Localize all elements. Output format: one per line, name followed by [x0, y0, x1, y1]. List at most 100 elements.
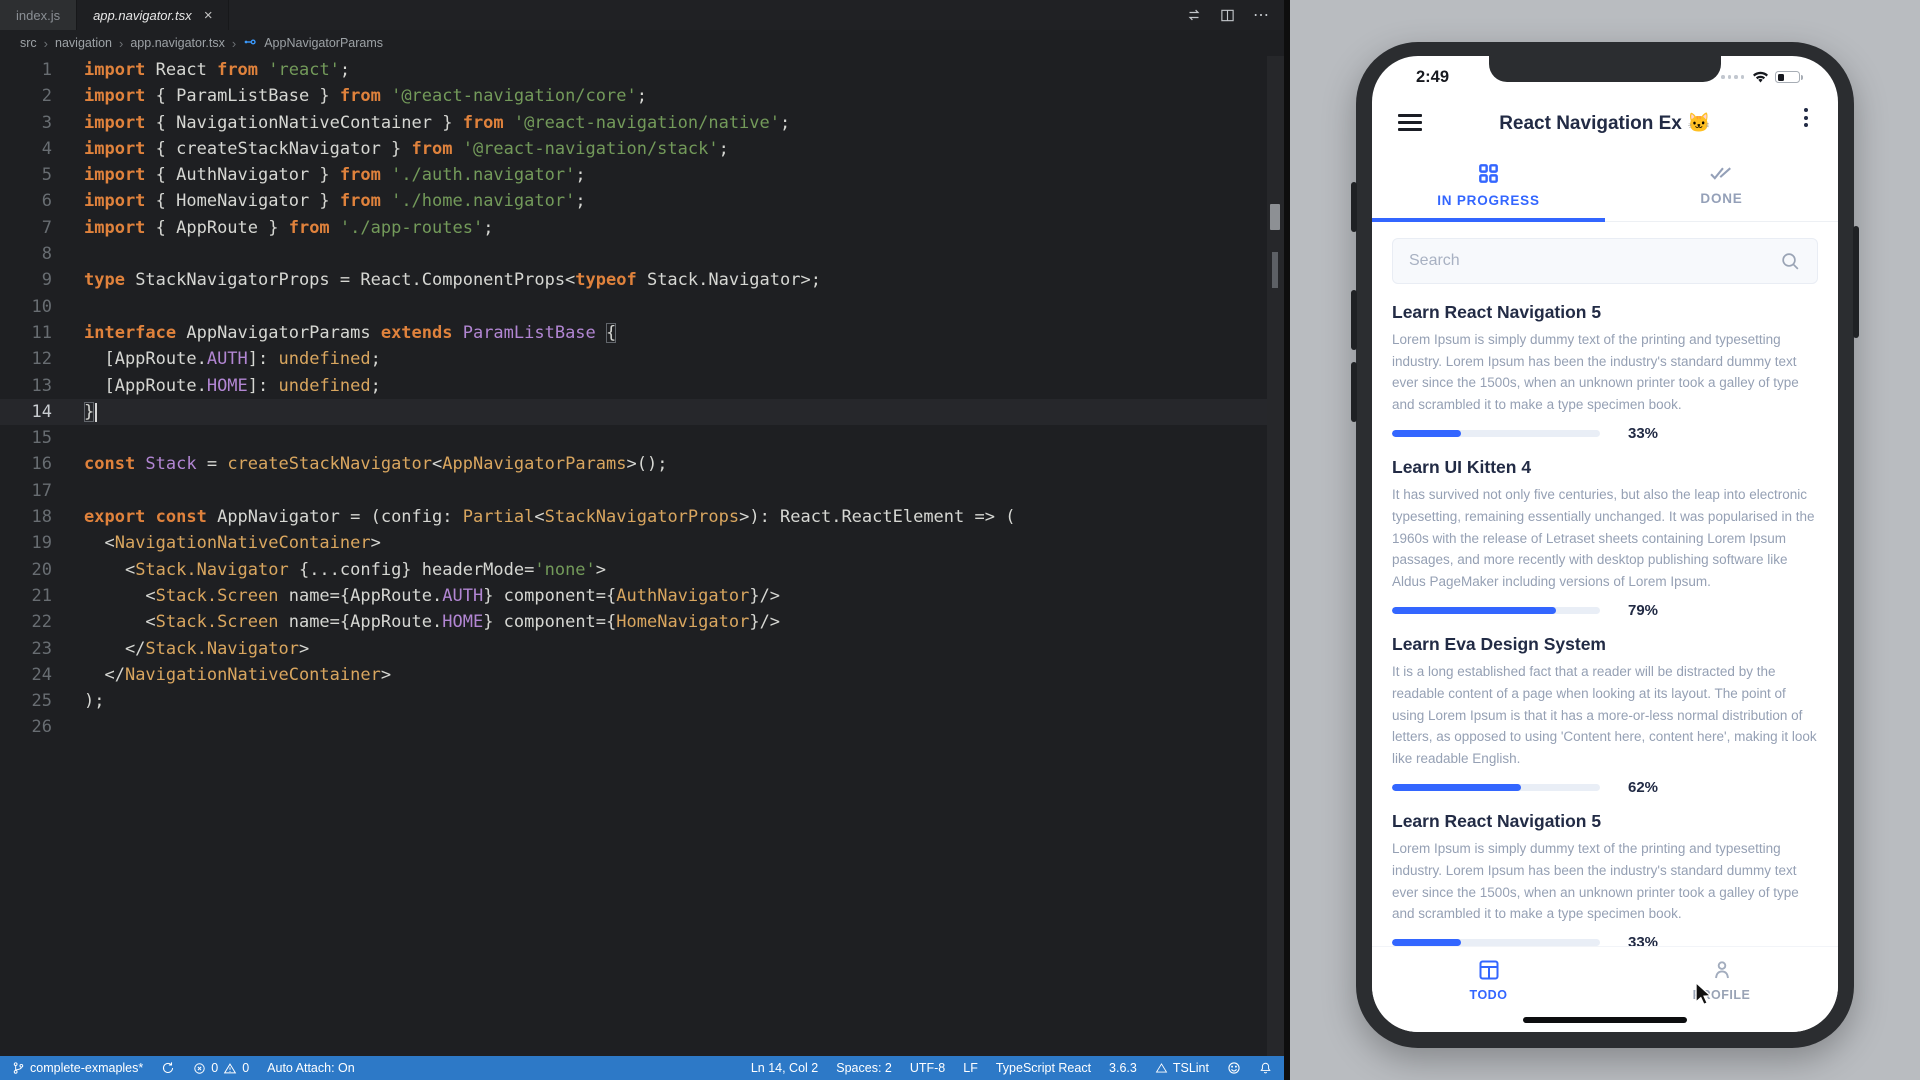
code-line[interactable]: 8	[0, 241, 1284, 267]
code-token: ;	[340, 60, 350, 80]
scrollbar-handle[interactable]	[1270, 204, 1280, 230]
code-line[interactable]: 17	[0, 478, 1284, 504]
auto-attach-item[interactable]: Auto Attach: On	[267, 1061, 355, 1075]
code-line[interactable]: 18export const AppNavigator = (config: P…	[0, 504, 1284, 530]
code-line[interactable]: 14}	[0, 399, 1284, 425]
code-line[interactable]: 13 [AppRoute.HOME]: undefined;	[0, 373, 1284, 399]
line-number: 24	[0, 662, 52, 688]
tab-app-navigator-tsx[interactable]: app.navigator.tsx ×	[77, 0, 229, 30]
code-token	[596, 323, 606, 343]
code-line[interactable]: 10	[0, 294, 1284, 320]
code-token: Stack.Navigator>;	[637, 270, 821, 290]
code-token: from	[412, 139, 453, 159]
breadcrumb-item[interactable]: app.navigator.tsx	[130, 36, 225, 50]
code-line[interactable]: 6import { HomeNavigator } from './home.n…	[0, 188, 1284, 214]
search-placeholder: Search	[1409, 252, 1780, 270]
line-number: 6	[0, 188, 52, 214]
app-title: React Navigation Ex 🐱	[1499, 111, 1711, 135]
encoding-item[interactable]: UTF-8	[910, 1061, 945, 1075]
code-token: AuthNavigator	[616, 586, 749, 606]
cursor-position-item[interactable]: Ln 14, Col 2	[751, 1061, 818, 1075]
language-mode-item[interactable]: TypeScript React	[996, 1061, 1091, 1075]
indentation-item[interactable]: Spaces: 2	[836, 1061, 892, 1075]
code-line[interactable]: 25);	[0, 688, 1284, 714]
tab-in-progress[interactable]: IN PROGRESS	[1372, 150, 1605, 221]
breadcrumb-item[interactable]: src	[20, 36, 37, 50]
code-line[interactable]: 11interface AppNavigatorParams extends P…	[0, 320, 1284, 346]
todo-description: Lorem Ipsum is simply dummy text of the …	[1392, 838, 1818, 924]
code-token: from	[340, 165, 381, 185]
breadcrumb-item[interactable]: navigation	[55, 36, 112, 50]
eol-item[interactable]: LF	[963, 1061, 978, 1075]
problems-item[interactable]: 0 0	[193, 1061, 249, 1075]
code-token: './home.navigator'	[381, 191, 575, 211]
code-line[interactable]: 15	[0, 425, 1284, 451]
code-token: interface	[84, 323, 176, 343]
code-line[interactable]: 12 [AppRoute.AUTH]: undefined;	[0, 346, 1284, 372]
ts-version-item[interactable]: 3.6.3	[1109, 1061, 1137, 1075]
code-line[interactable]: 26	[0, 714, 1284, 740]
code-line[interactable]: 20 <Stack.Navigator {...config} headerMo…	[0, 557, 1284, 583]
code-line[interactable]: 4import { createStackNavigator } from '@…	[0, 136, 1284, 162]
branch-icon	[12, 1061, 25, 1075]
code-line[interactable]: 2import { ParamListBase } from '@react-n…	[0, 83, 1284, 109]
git-branch-item[interactable]: complete-exmaples*	[12, 1061, 143, 1075]
code-token: StackNavigatorProps = React.ComponentPro…	[125, 270, 575, 290]
editor-scrollbar[interactable]	[1267, 56, 1284, 1056]
notifications-item[interactable]	[1259, 1061, 1272, 1075]
line-number: 21	[0, 583, 52, 609]
code-line[interactable]: 21 <Stack.Screen name={AppRoute.AUTH} co…	[0, 583, 1284, 609]
code-token: NavigationNativeContainer	[125, 665, 381, 685]
code-token: AUTH	[207, 349, 248, 369]
line-number: 8	[0, 241, 52, 267]
tslint-item[interactable]: TSLint	[1155, 1061, 1209, 1075]
progress-row: 62%	[1392, 778, 1818, 796]
code-area[interactable]: 1import React from 'react';2import { Par…	[0, 56, 1284, 741]
nav-label: PROFILE	[1693, 988, 1751, 1002]
open-changes-icon[interactable]	[1186, 7, 1202, 23]
code-line[interactable]: 22 <Stack.Screen name={AppRoute.HOME} co…	[0, 609, 1284, 635]
tab-done[interactable]: DONE	[1605, 150, 1838, 221]
code-line[interactable]: 3import { NavigationNativeContainer } fr…	[0, 110, 1284, 136]
todo-item[interactable]: Learn React Navigation 5 Lorem Ipsum is …	[1372, 799, 1838, 946]
code-token: >): React.ReactElement => (	[739, 507, 1015, 527]
code-token: const	[84, 454, 135, 474]
code-token: </	[84, 665, 125, 685]
line-number: 26	[0, 714, 52, 740]
tab-index-js[interactable]: index.js	[0, 0, 77, 30]
sync-item[interactable]	[161, 1061, 175, 1075]
code-token: <	[84, 560, 135, 580]
code-token: 'react'	[258, 60, 340, 80]
todo-item[interactable]: Learn UI Kitten 4 It has survived not on…	[1372, 445, 1838, 622]
split-editor-icon[interactable]	[1220, 8, 1235, 23]
hamburger-menu-icon[interactable]	[1398, 114, 1422, 131]
search-input[interactable]: Search	[1392, 238, 1818, 284]
feedback-item[interactable]	[1227, 1061, 1241, 1075]
code-token: import	[84, 139, 145, 159]
code-line[interactable]: 1import React from 'react';	[0, 57, 1284, 83]
code-token: '@react-navigation/stack'	[452, 139, 718, 159]
progress-label: 33%	[1628, 934, 1658, 946]
code-token: const	[145, 507, 206, 527]
overflow-menu-icon[interactable]	[1804, 108, 1808, 127]
code-token: Stack.Navigator	[145, 639, 299, 659]
code-token: AppNavigatorParams	[176, 323, 381, 343]
code-token: import	[84, 60, 145, 80]
todo-title: Learn Eva Design System	[1392, 634, 1818, 655]
code-line[interactable]: 5import { AuthNavigator } from './auth.n…	[0, 162, 1284, 188]
code-line[interactable]: 24 </NavigationNativeContainer>	[0, 662, 1284, 688]
todo-item[interactable]: Learn Eva Design System It is a long est…	[1372, 622, 1838, 799]
code-line[interactable]: 23 </Stack.Navigator>	[0, 636, 1284, 662]
code-line[interactable]: 9type StackNavigatorProps = React.Compon…	[0, 267, 1284, 293]
code-line[interactable]: 16const Stack = createStackNavigator<App…	[0, 451, 1284, 477]
todo-item[interactable]: Learn React Navigation 5 Lorem Ipsum is …	[1372, 290, 1838, 445]
home-indicator[interactable]	[1523, 1017, 1687, 1023]
line-number: 23	[0, 636, 52, 662]
breadcrumb-symbol[interactable]: AppNavigatorParams	[264, 36, 383, 50]
code-token: import	[84, 218, 145, 238]
code-line[interactable]: 7import { AppRoute } from './app-routes'…	[0, 215, 1284, 241]
code-token: { NavigationNativeContainer }	[145, 113, 462, 133]
close-tab-icon[interactable]: ×	[204, 8, 213, 23]
more-actions-icon[interactable]: ⋯	[1253, 5, 1270, 25]
code-line[interactable]: 19 <NavigationNativeContainer>	[0, 530, 1284, 556]
